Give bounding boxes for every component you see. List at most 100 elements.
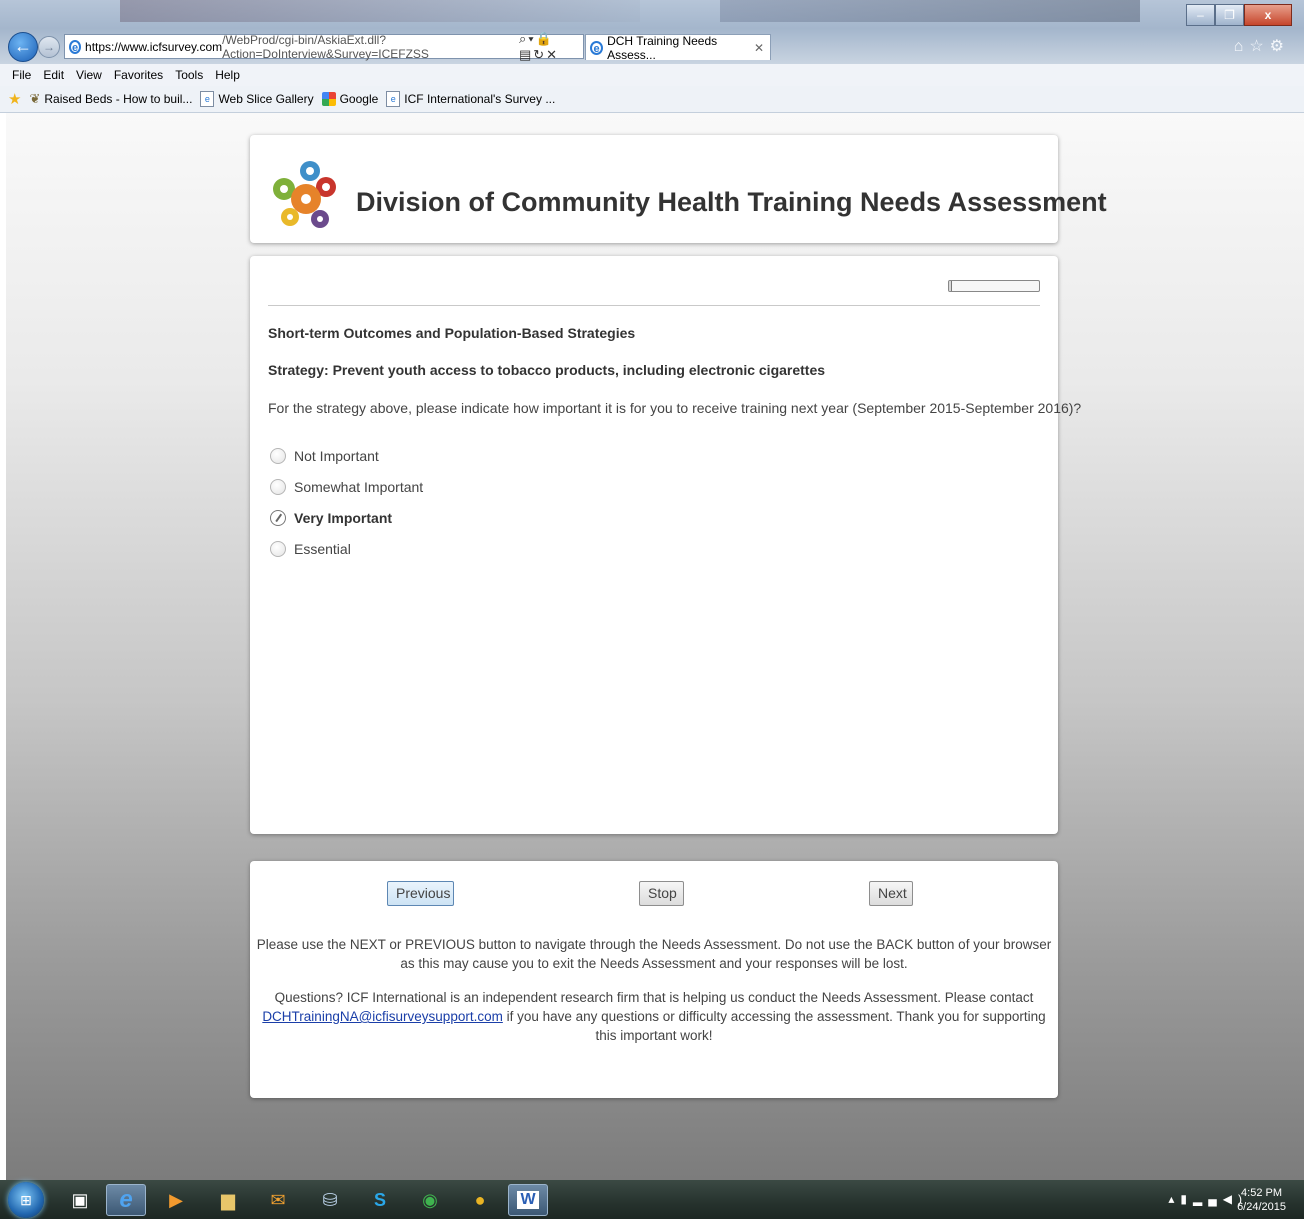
question-prompt: For the strategy above, please indicate …	[268, 400, 1082, 416]
contact-email-link[interactable]: DCHTrainingNA@icfisurveysupport.com	[262, 1009, 503, 1024]
system-clock[interactable]: 4:52 PM 6/24/2015	[1237, 1186, 1286, 1214]
address-bar[interactable]: e https://www.icfsurvey.com/WebProd/cgi-…	[64, 31, 584, 62]
radio-button[interactable]	[270, 478, 286, 495]
plant-icon: ❦	[29, 91, 41, 106]
menu-favorites[interactable]: Favorites	[114, 68, 163, 82]
taskbar-media-player-icon[interactable]: ▶	[156, 1184, 196, 1216]
taskbar-app-icon[interactable]: ⛁	[310, 1184, 350, 1216]
option-label: Not Important	[294, 447, 379, 464]
media-player-icon: ▶	[169, 1189, 183, 1210]
back-button[interactable]: ←	[8, 32, 38, 62]
browser-toolbar-icons: ⌂☆⚙	[1234, 36, 1290, 56]
menu-bar: File Edit View Favorites Tools Help	[0, 64, 1304, 86]
google-icon	[321, 92, 336, 106]
window-controls: – ❐ x	[1186, 4, 1292, 26]
page-title: Division of Community Health Training Ne…	[356, 187, 1107, 217]
navigation-panel: Previous Stop Next Please use the NEXT o…	[250, 861, 1058, 1098]
outlook-icon: ✉	[270, 1189, 286, 1210]
taskbar-explorer-icon[interactable]: ▆	[208, 1184, 248, 1216]
taskbar-chrome-icon[interactable]: ●	[460, 1184, 500, 1216]
menu-edit[interactable]: Edit	[43, 68, 64, 82]
taskbar-word-icon[interactable]: W	[508, 1184, 548, 1216]
skype-icon: S	[373, 1189, 386, 1210]
favorites-bar: ★ ❦ Raised Beds - How to buil... e Web Sli…	[0, 86, 1304, 113]
minimize-button[interactable]: –	[1186, 4, 1215, 26]
favorite-label: Google	[339, 92, 379, 106]
stop-button[interactable]: Stop	[639, 881, 684, 906]
contact-text-after: if you have any questions or difficulty …	[506, 1009, 1046, 1043]
home-icon[interactable]: ⌂	[1234, 38, 1250, 55]
favorite-label: Raised Beds - How to buil...	[44, 92, 193, 106]
url-path: /WebProd/cgi-bin/AskiaExt.dll?Action=DoI…	[222, 32, 429, 61]
favorite-label: Web Slice Gallery	[218, 92, 314, 106]
contact-text-before: Questions? ICF International is an indep…	[274, 990, 1034, 1005]
start-button[interactable]: ⊞	[8, 1182, 44, 1218]
strategy-text: Strategy: Prevent youth access to tobacc…	[268, 362, 826, 378]
radio-button-checked[interactable]	[270, 509, 286, 526]
tab-title: DCH Training Needs Assess...	[607, 33, 718, 62]
ie-icon: e	[590, 40, 604, 55]
signal-icon[interactable]: ▂▄	[1193, 1192, 1223, 1206]
previous-button[interactable]: Previous	[387, 881, 454, 906]
option-essential[interactable]: Essential	[270, 533, 423, 564]
show-hidden-icons-icon[interactable]: ▴	[1168, 1192, 1180, 1206]
taskbar-skype-icon[interactable]: S	[360, 1184, 400, 1216]
favorites-star-icon[interactable]: ☆	[1249, 38, 1269, 55]
survey-header: Division of Community Health Training Ne…	[250, 135, 1107, 243]
favorite-link[interactable]: ❦ Raised Beds - How to buil...	[29, 91, 192, 107]
menu-tools[interactable]: Tools	[175, 68, 203, 82]
globe-icon: ◉	[422, 1189, 438, 1210]
tab-close-icon[interactable]: ✕	[754, 41, 764, 55]
folder-icon: ▆	[221, 1189, 235, 1210]
radio-button[interactable]	[270, 447, 286, 464]
title-blur	[720, 0, 1140, 22]
favorite-label: ICF International's Survey ...	[404, 92, 556, 106]
favorite-link[interactable]: e Web Slice Gallery	[200, 91, 314, 107]
clock-date: 6/24/2015	[1237, 1201, 1286, 1213]
close-button[interactable]: x	[1244, 4, 1292, 26]
option-somewhat-important[interactable]: Somewhat Important	[270, 471, 423, 502]
clock-time: 4:52 PM	[1241, 1187, 1283, 1199]
browser-titlebar: – ❐ x ← → e https://www.icfsurvey.com/We…	[0, 0, 1304, 64]
system-tray[interactable]: ▴▮▂▄◀)	[1168, 1192, 1248, 1206]
menu-view[interactable]: View	[76, 68, 102, 82]
ie-page-icon: e	[386, 91, 401, 107]
restore-button[interactable]: ❐	[1215, 4, 1244, 26]
url-host: https://www.icfsurvey.com	[85, 39, 223, 54]
next-button[interactable]: Next	[869, 881, 913, 906]
option-very-important[interactable]: Very Important	[270, 502, 423, 533]
option-label: Essential	[294, 540, 351, 557]
forward-button[interactable]: →	[38, 36, 60, 58]
option-not-important[interactable]: Not Important	[270, 440, 423, 471]
gear-icon[interactable]: ⚙	[1270, 38, 1290, 55]
taskbar-outlook-icon[interactable]: ✉	[258, 1184, 298, 1216]
chrome-icon: ●	[474, 1189, 486, 1210]
option-label: Very Important	[294, 509, 393, 526]
favorite-link[interactable]: e ICF International's Survey ...	[386, 91, 555, 107]
contact-notice: Questions? ICF International is an indep…	[250, 988, 1058, 1045]
taskbar-ie-icon[interactable]: e	[106, 1184, 146, 1216]
divider	[268, 305, 1040, 306]
question-panel: Short-term Outcomes and Population-Based…	[250, 256, 1081, 834]
section-title: Short-term Outcomes and Population-Based…	[268, 325, 636, 341]
radio-button[interactable]	[270, 540, 286, 557]
progress-fill	[949, 281, 952, 291]
network-icon: ⛁	[322, 1189, 338, 1210]
favorites-star-icon[interactable]: ★	[8, 90, 21, 108]
browser-tab[interactable]: e DCH Training Needs Assess... ✕	[585, 33, 771, 62]
presentation-icon: ▣	[71, 1189, 89, 1210]
ie-icon: e	[119, 1186, 133, 1213]
gears-logo-icon	[273, 161, 336, 228]
title-blur	[120, 0, 640, 22]
taskbar-app-icon[interactable]: ▣	[60, 1184, 100, 1216]
menu-help[interactable]: Help	[215, 68, 240, 82]
menu-file[interactable]: File	[12, 68, 31, 82]
address-tools-icons[interactable]: ⌕▾🔒▤↻✕	[519, 31, 583, 63]
favorite-link[interactable]: Google	[321, 92, 379, 106]
answer-options: Not Important Somewhat Important Very Im…	[270, 440, 423, 564]
progress-bar	[948, 280, 1040, 292]
windows-taskbar: ⊞ ▣ e ▶ ▆ ✉ ⛁ S ◉ ● W ▴▮▂▄◀) 4:52 PM 6/2…	[0, 1180, 1304, 1219]
option-label: Somewhat Important	[294, 478, 424, 495]
battery-icon[interactable]: ▮	[1180, 1192, 1193, 1206]
taskbar-app-icon[interactable]: ◉	[410, 1184, 450, 1216]
